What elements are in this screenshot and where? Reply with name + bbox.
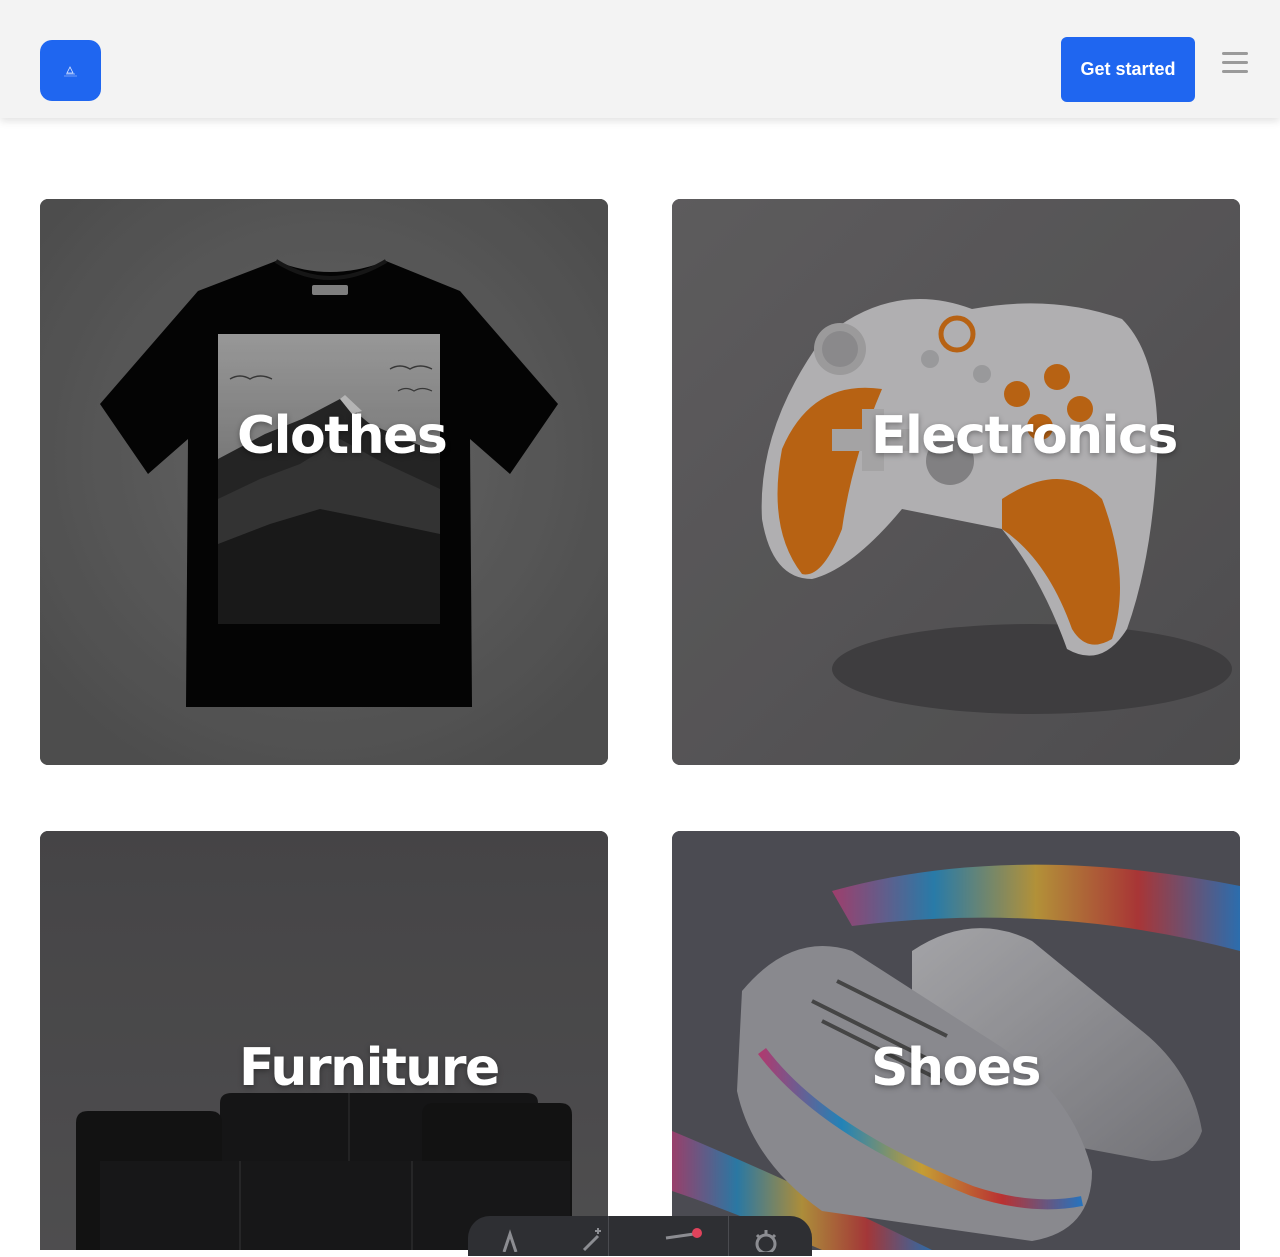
floating-toolbar (468, 1216, 812, 1256)
logo-mark-icon (64, 66, 77, 77)
category-title: Shoes (871, 1038, 1041, 1098)
text-tool-icon[interactable] (490, 1224, 530, 1253)
category-title: Furniture (239, 1038, 500, 1098)
site-header: Get started (0, 0, 1280, 118)
brand-logo[interactable] (40, 40, 101, 101)
category-card-clothes[interactable]: Clothes (40, 199, 608, 765)
category-title: Clothes (237, 406, 448, 466)
category-card-shoes[interactable]: Shoes (672, 831, 1240, 1250)
pen-tool-icon[interactable] (662, 1224, 702, 1252)
category-title: Electronics (871, 406, 1178, 466)
get-started-button[interactable]: Get started (1061, 37, 1195, 102)
category-card-electronics[interactable]: Electronics (672, 199, 1240, 765)
settings-gear-icon[interactable] (746, 1224, 786, 1255)
hamburger-menu-icon[interactable] (1218, 48, 1252, 78)
category-card-furniture[interactable]: Furniture (40, 831, 608, 1250)
magic-wand-icon[interactable] (574, 1224, 614, 1252)
